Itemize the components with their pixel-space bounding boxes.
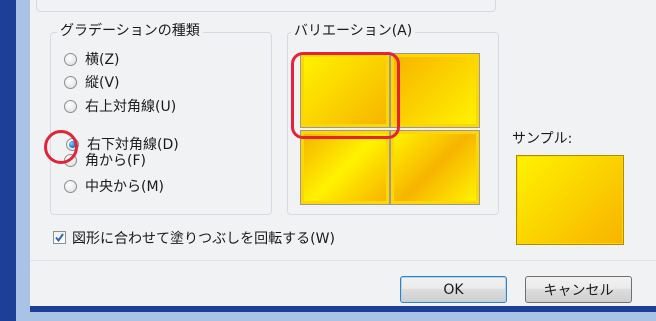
radio-option-label: 右上対角線(U) xyxy=(85,99,177,115)
variations-group-title: バリエーション(A) xyxy=(291,22,416,40)
sample-label: サンプル: xyxy=(512,131,573,147)
radio-button[interactable] xyxy=(64,179,77,193)
radio-option-label: 横(Z) xyxy=(85,52,120,68)
variation-swatch-4[interactable] xyxy=(390,130,480,205)
button-area-divider xyxy=(30,260,656,261)
gradient-type-group-title: グラデーションの種類 xyxy=(57,22,203,40)
window-frame-bottom xyxy=(30,306,656,312)
upper-groupbox-edge xyxy=(36,0,496,12)
radio-option-label: 中央から(M) xyxy=(85,179,165,195)
radio-option-label: 角から(F) xyxy=(85,153,146,169)
window-frame-left xyxy=(0,0,16,321)
window-border-left xyxy=(16,0,30,321)
radio-highlight-marker xyxy=(44,130,78,164)
radio-option[interactable]: 横(Z) xyxy=(64,48,120,70)
variation-highlight-marker xyxy=(291,52,400,139)
cancel-button[interactable]: キャンセル xyxy=(525,276,632,303)
radio-button[interactable] xyxy=(64,52,77,66)
gradient-fill-dialog: グラデーションの種類 横(Z) 縦(V) 右上対角線(U) 右下対角線(D) 角から(F… xyxy=(0,0,656,321)
variation-swatch-2[interactable] xyxy=(390,53,480,128)
radio-option[interactable]: 中央から(M) xyxy=(64,175,164,197)
sample-preview xyxy=(516,155,624,245)
radio-button[interactable] xyxy=(64,99,77,113)
rotate-with-shape-checkbox[interactable] xyxy=(53,231,66,244)
ok-button[interactable]: OK xyxy=(400,276,507,303)
window-border-bottom xyxy=(30,312,656,321)
radio-button[interactable] xyxy=(64,75,77,89)
radio-option[interactable]: 縦(V) xyxy=(64,71,120,93)
radio-option[interactable]: 右上対角線(U) xyxy=(64,95,176,117)
radio-option-label: 縦(V) xyxy=(85,75,120,91)
checkmark-icon xyxy=(55,233,64,243)
variation-swatch-3[interactable] xyxy=(300,130,390,205)
rotate-with-shape-label: 図形に合わせて塗りつぶしを回転する(W) xyxy=(72,231,335,247)
